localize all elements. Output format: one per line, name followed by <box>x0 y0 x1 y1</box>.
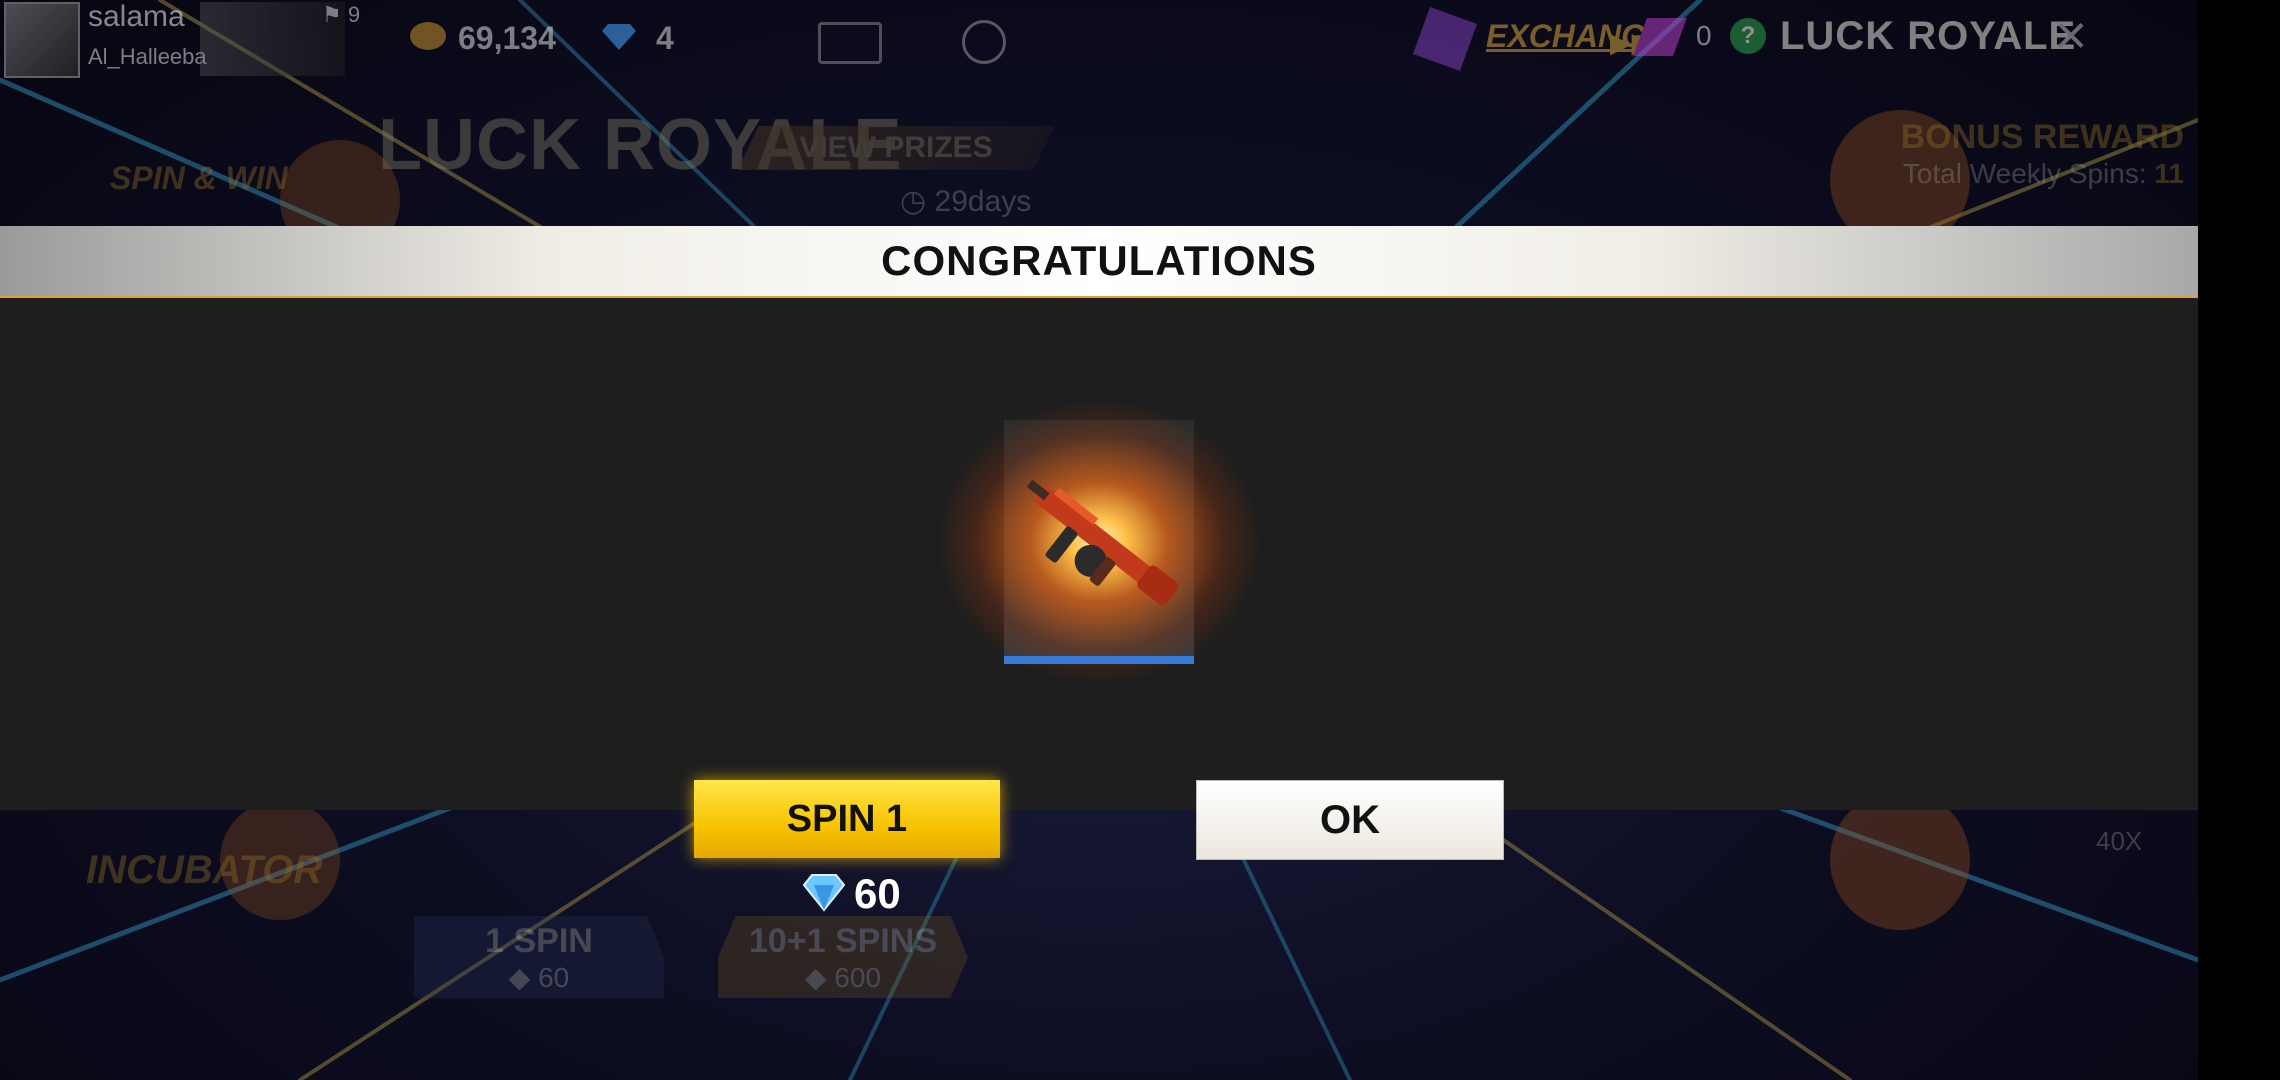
exchange-box-icon <box>1412 6 1478 72</box>
congratulations-header: CONGRATULATIONS <box>0 226 2198 298</box>
rarity-bar <box>1004 656 1194 664</box>
ticket-count: 0 <box>1696 20 1712 51</box>
close-icon[interactable]: × <box>2046 7 2096 63</box>
diamond-amount: 4 <box>656 20 674 56</box>
level-value: 9 <box>347 2 361 27</box>
guild-name: Al_Halleeba <box>88 44 207 69</box>
gold-amount: 69,134 <box>458 20 556 56</box>
level-icon: ⚑ <box>322 2 348 27</box>
membership-card-icon[interactable] <box>818 22 882 64</box>
luck-royale-screen: LUCK ROYALE VIEW PRIZES ◷ 29days SPIN & … <box>0 0 2198 1080</box>
help-icon[interactable]: ? <box>1730 18 1766 54</box>
top-hud: salama Al_Halleeba ⚑ 9 69,134 4 EXCHANGE… <box>0 0 2198 80</box>
diamond-icon <box>802 874 846 912</box>
ok-label: OK <box>1320 798 1380 842</box>
player-level: ⚑ 9 <box>322 2 360 28</box>
player-name: salama <box>88 0 185 33</box>
gold-coin-icon <box>410 22 446 50</box>
avatar[interactable] <box>4 2 80 78</box>
spin-again-button[interactable]: SPIN 1 <box>694 780 1000 858</box>
diamond-icon[interactable] <box>600 22 638 52</box>
thompson-gun-icon <box>1026 479 1179 606</box>
spin-cost-value: 60 <box>854 870 901 917</box>
spin-again-label: SPIN 1 <box>786 798 908 840</box>
modal-title: CONGRATULATIONS <box>881 237 1317 284</box>
ok-button[interactable]: OK <box>1196 780 1504 860</box>
cloud-download-icon[interactable] <box>962 20 1006 64</box>
hud-title: LUCK ROYALE <box>1780 14 2077 58</box>
